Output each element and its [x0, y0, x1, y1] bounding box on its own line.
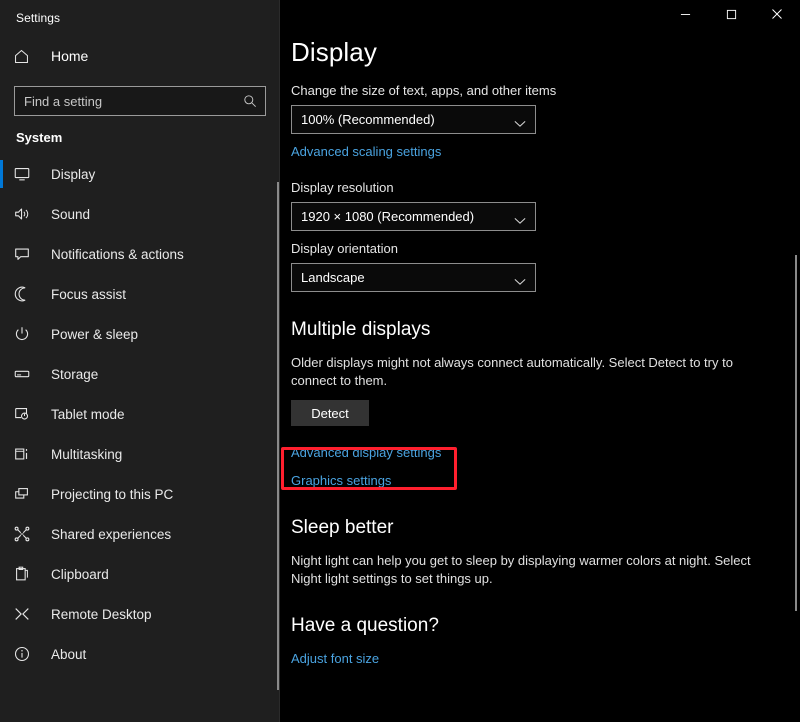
sidebar-item-label: Shared experiences	[51, 527, 171, 542]
search-input[interactable]	[14, 86, 266, 116]
power-icon	[13, 325, 47, 343]
sidebar-item-power-sleep[interactable]: Power & sleep	[0, 314, 280, 354]
page-title: Display	[291, 36, 800, 68]
sidebar-item-label: Remote Desktop	[51, 607, 152, 622]
scale-dropdown[interactable]: 100% (Recommended)	[291, 105, 536, 134]
info-icon	[13, 645, 47, 663]
home-icon	[13, 48, 47, 65]
sidebar-item-remote-desktop[interactable]: Remote Desktop	[0, 594, 280, 634]
advanced-display-settings-link[interactable]: Advanced display settings	[291, 444, 441, 462]
main-scrollbar[interactable]	[795, 255, 797, 611]
window-title: Settings	[0, 0, 280, 32]
sidebar-item-multitasking[interactable]: Multitasking	[0, 434, 280, 474]
selection-accent-bar	[0, 160, 3, 188]
moon-icon	[13, 285, 47, 303]
sidebar-item-label: Tablet mode	[51, 407, 125, 422]
sidebar-item-tablet-mode[interactable]: Tablet mode	[0, 394, 280, 434]
adjust-font-size-link[interactable]: Adjust font size	[291, 650, 379, 668]
chevron-down-icon	[514, 115, 526, 133]
sidebar-item-label: About	[51, 647, 86, 662]
resolution-value: 1920 × 1080 (Recommended)	[301, 209, 474, 224]
chevron-down-icon	[514, 273, 526, 291]
multiple-displays-heading: Multiple displays	[291, 318, 800, 342]
sleep-better-heading: Sleep better	[291, 516, 800, 540]
sidebar-item-label: Multitasking	[51, 447, 122, 462]
multitasking-icon	[13, 445, 47, 463]
sidebar-item-label: Clipboard	[51, 567, 109, 582]
sidebar-item-about[interactable]: About	[0, 634, 280, 674]
sidebar-item-storage[interactable]: Storage	[0, 354, 280, 394]
remote-desktop-icon	[13, 605, 47, 623]
sidebar-item-projecting[interactable]: Projecting to this PC	[0, 474, 280, 514]
resolution-label: Display resolution	[291, 179, 800, 196]
sidebar-group-label: System	[0, 116, 280, 150]
projecting-icon	[13, 485, 47, 503]
sidebar-item-label: Projecting to this PC	[51, 487, 173, 502]
sleep-better-description: Night light can help you get to sleep by…	[291, 552, 771, 588]
orientation-value: Landscape	[301, 270, 365, 285]
advanced-scaling-settings-link[interactable]: Advanced scaling settings	[291, 143, 441, 161]
sidebar-nav: Display Sound Notifications & actions	[0, 154, 280, 674]
have-a-question-heading: Have a question?	[291, 614, 800, 638]
clipboard-icon	[13, 565, 47, 583]
display-settings-panel: Display Change the size of text, apps, a…	[280, 0, 800, 668]
sidebar-item-label: Notifications & actions	[51, 247, 184, 262]
multiple-displays-description: Older displays might not always connect …	[291, 354, 771, 390]
main-content: Display Change the size of text, apps, a…	[280, 0, 800, 722]
sidebar-item-label: Power & sleep	[51, 327, 138, 342]
sidebar-item-display[interactable]: Display	[0, 154, 280, 194]
sidebar-item-label: Storage	[51, 367, 98, 382]
sidebar-item-notifications[interactable]: Notifications & actions	[0, 234, 280, 274]
sidebar: Settings Home System Display	[0, 0, 280, 722]
sidebar-item-label: Focus assist	[51, 287, 126, 302]
resolution-dropdown[interactable]: 1920 × 1080 (Recommended)	[291, 202, 536, 231]
storage-icon	[13, 365, 47, 383]
orientation-label: Display orientation	[291, 240, 800, 257]
scale-value: 100% (Recommended)	[301, 112, 435, 127]
sidebar-item-label: Display	[51, 167, 95, 182]
scale-label: Change the size of text, apps, and other…	[291, 82, 800, 99]
chevron-down-icon	[514, 212, 526, 230]
detect-button[interactable]: Detect	[291, 400, 369, 426]
notification-icon	[13, 245, 47, 263]
sidebar-item-clipboard[interactable]: Clipboard	[0, 554, 280, 594]
share-icon	[13, 525, 47, 543]
monitor-icon	[13, 165, 47, 183]
orientation-dropdown[interactable]: Landscape	[291, 263, 536, 292]
graphics-settings-link[interactable]: Graphics settings	[291, 472, 391, 490]
sidebar-item-home[interactable]: Home	[0, 36, 280, 76]
speaker-icon	[13, 205, 47, 223]
sidebar-item-focus-assist[interactable]: Focus assist	[0, 274, 280, 314]
sidebar-item-home-label: Home	[51, 48, 88, 64]
sidebar-item-shared-experiences[interactable]: Shared experiences	[0, 514, 280, 554]
sidebar-item-label: Sound	[51, 207, 90, 222]
settings-window: Settings Home System Display	[0, 0, 800, 722]
sidebar-item-sound[interactable]: Sound	[0, 194, 280, 234]
tablet-icon	[13, 405, 47, 423]
search-container	[14, 86, 266, 116]
